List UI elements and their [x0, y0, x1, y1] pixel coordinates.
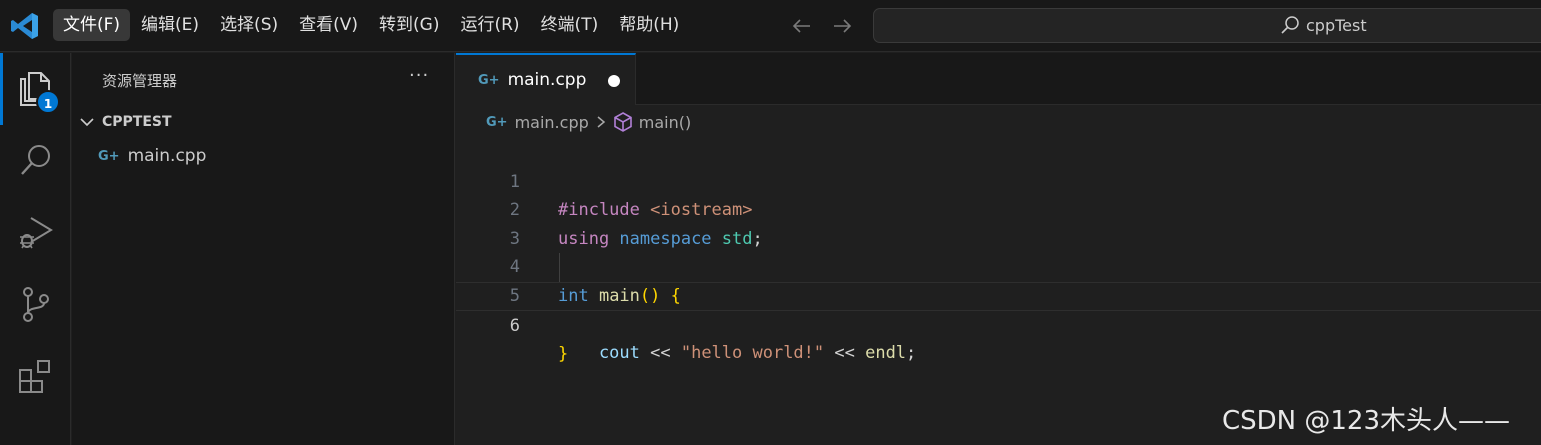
tab-label: main.cpp — [507, 70, 587, 90]
token-punct: ; — [906, 343, 917, 364]
line-content: } — [558, 340, 568, 369]
chevron-right-icon — [597, 116, 605, 128]
search-view-icon[interactable] — [17, 140, 55, 180]
code-line: 5 cout << "hello world!" << endl; — [456, 253, 1541, 363]
line-number: 6 — [509, 315, 520, 336]
editor-area: G+ main.cpp G+ main.cpp main() 1 #includ… — [456, 53, 1541, 445]
token-function: endl — [865, 343, 907, 364]
token-operator: << — [824, 343, 866, 364]
more-actions-button[interactable]: ··· — [409, 65, 429, 86]
extensions-icon[interactable] — [17, 356, 55, 396]
vscode-logo-icon — [11, 13, 38, 39]
breadcrumb: G+ main.cpp main() — [486, 111, 691, 133]
tab-main-cpp[interactable]: G+ main.cpp — [456, 53, 636, 105]
run-debug-icon[interactable] — [17, 212, 55, 252]
breadcrumb-symbol[interactable]: main() — [639, 113, 691, 132]
watermark: CSDN @123木头人—— — [1222, 406, 1511, 436]
menu-terminal[interactable]: 终端(T) — [531, 9, 609, 41]
code-line: 4 int main() { — [456, 225, 1541, 306]
code-line: 2 using namespace std; — [456, 168, 1541, 249]
source-control-icon[interactable] — [17, 284, 55, 324]
indent-guide — [559, 253, 560, 282]
menu-help[interactable]: 帮助(H) — [609, 9, 689, 41]
explorer-sidebar: 资源管理器 ··· CPPTEST G+ main.cpp — [72, 53, 455, 445]
token-operator: << — [639, 343, 681, 364]
code-line: 1 #include <iostream> — [456, 139, 1541, 221]
cpp-file-icon: G+ — [98, 148, 120, 164]
cpp-file-icon: G+ — [486, 114, 508, 130]
file-name: main.cpp — [127, 146, 207, 166]
active-view-indicator — [0, 53, 3, 125]
menu-selection[interactable]: 选择(S) — [210, 9, 288, 41]
cpp-file-icon: G+ — [478, 72, 500, 88]
menu-run[interactable]: 运行(R) — [450, 9, 529, 41]
symbol-method-icon — [613, 112, 632, 132]
code-line-current: 6 } — [456, 281, 1541, 364]
search-icon — [1281, 16, 1299, 34]
search-label: cppTest — [1306, 15, 1367, 35]
forward-arrow-icon[interactable] — [830, 14, 854, 38]
folder-name: CPPTEST — [102, 114, 172, 130]
line-content: cout << "hello world!" << endl; — [558, 339, 916, 368]
explorer-badge: 1 — [36, 90, 60, 114]
breadcrumb-file[interactable]: main.cpp — [515, 113, 589, 132]
token-brace: } — [558, 344, 569, 365]
menu-edit[interactable]: 编辑(E) — [131, 9, 209, 41]
menu-file[interactable]: 文件(F) — [53, 9, 131, 41]
title-bar: 文件(F) 编辑(E) 选择(S) 查看(V) 转到(G) 运行(R) 终端(T… — [0, 0, 1541, 52]
folder-cpptest[interactable]: CPPTEST — [72, 109, 455, 135]
code-line: 3 — [456, 196, 1541, 249]
token-variable: cout — [558, 343, 640, 364]
chevron-down-icon — [80, 118, 94, 127]
back-arrow-icon[interactable] — [790, 14, 814, 38]
menu-go[interactable]: 转到(G) — [369, 9, 449, 41]
token-string: "hello world!" — [680, 343, 825, 364]
tab-bar: G+ main.cpp — [456, 53, 1541, 105]
menu-bar: 文件(F) 编辑(E) 选择(S) 查看(V) 转到(G) 运行(R) 终端(T… — [53, 9, 690, 41]
sidebar-title: 资源管理器 — [102, 72, 178, 90]
unsaved-dot-icon[interactable] — [608, 75, 620, 87]
activity-bar: 1 — [0, 53, 71, 445]
command-center-search[interactable]: cppTest — [873, 8, 1541, 43]
file-main-cpp[interactable]: G+ main.cpp — [72, 143, 455, 169]
menu-view[interactable]: 查看(V) — [289, 9, 368, 41]
code-editor[interactable]: 1 #include <iostream> 2 using namespace … — [456, 139, 1541, 364]
